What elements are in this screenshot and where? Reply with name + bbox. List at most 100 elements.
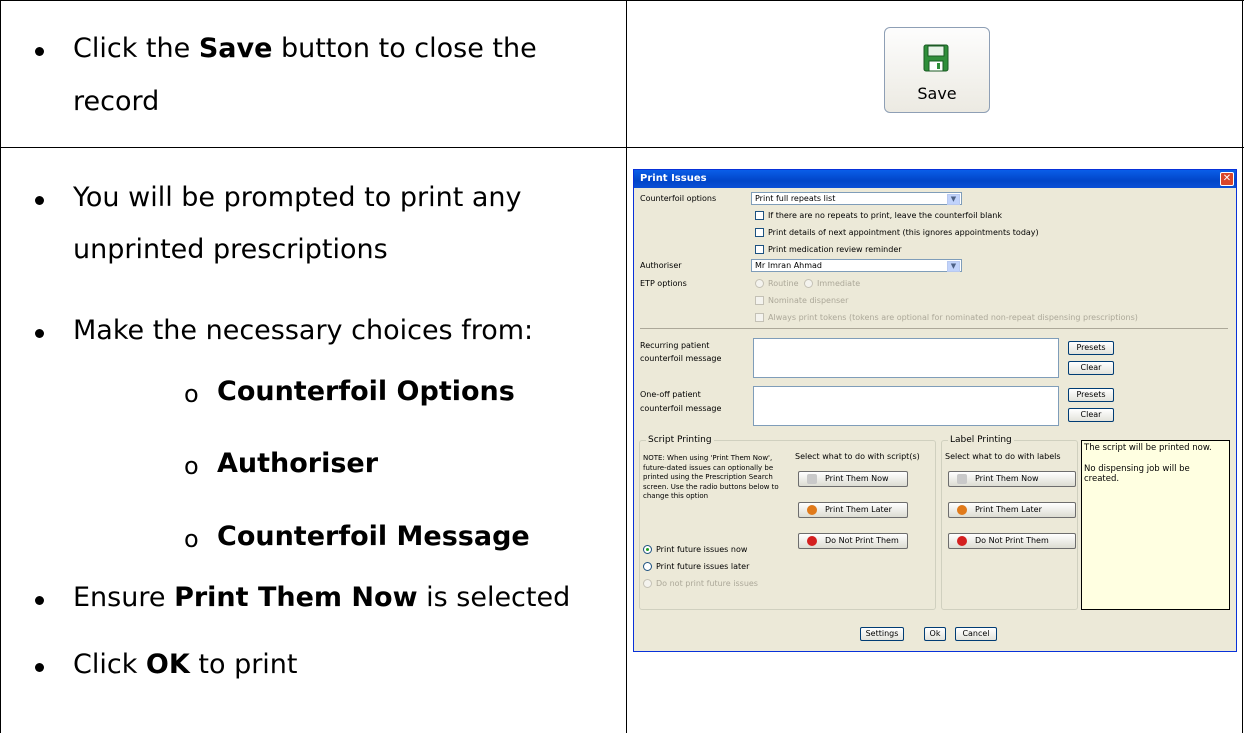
bullet-icon — [35, 329, 44, 338]
select-labels-label: Select what to do with labels — [945, 452, 1061, 461]
dialog-titlebar: Print Issues ✕ — [634, 170, 1236, 188]
recurring-message-textarea[interactable] — [753, 338, 1059, 378]
script-printing-title: Script Printing — [646, 435, 714, 445]
save-button[interactable]: Save — [884, 27, 990, 113]
label-printing-group: Label Printing — [941, 435, 1078, 610]
script-note: NOTE: When using 'Print Them Now', futur… — [643, 454, 779, 501]
sub2-bold: Authoriser — [217, 448, 379, 479]
chevron-down-icon: ▼ — [947, 261, 960, 272]
oneoff-message-label-line2: counterfoil message — [640, 404, 722, 413]
etp-immediate-radio[interactable] — [804, 279, 813, 288]
sub3-bold: Counterfoil Message — [217, 521, 530, 552]
ok-button[interactable]: Ok — [924, 627, 946, 641]
circle-bullet-icon: o — [184, 452, 199, 480]
bullet4-after: to print — [189, 649, 298, 680]
etp-routine-radio[interactable] — [755, 279, 764, 288]
close-icon[interactable]: ✕ — [1220, 172, 1234, 186]
info-line2: No dispensing job will be created. — [1084, 463, 1190, 485]
table-row-divider — [0, 147, 1244, 148]
bullet-icon — [35, 196, 44, 205]
bullet-icon — [35, 663, 44, 672]
select-script-label: Select what to do with script(s) — [795, 452, 920, 461]
red-x-icon — [807, 536, 817, 546]
script-print-later-button[interactable]: Print Them Later — [798, 502, 908, 518]
row1-text-after: button to close the — [272, 33, 537, 64]
leave-blank-label: If there are no repeats to print, leave … — [768, 211, 1002, 220]
do-not-print-future-radio[interactable] — [643, 579, 652, 588]
clock-icon — [957, 505, 967, 515]
bullet4-bold: OK — [145, 649, 190, 680]
always-print-tokens-label: Always print tokens (tokens are optional… — [768, 313, 1138, 322]
script-do-not-print-label: Do Not Print Them — [825, 536, 899, 545]
script-print-later-label: Print Them Later — [825, 505, 892, 514]
nominate-dispenser-checkbox[interactable] — [755, 296, 764, 305]
script-do-not-print-button[interactable]: Do Not Print Them — [798, 533, 908, 549]
label-print-later-button[interactable]: Print Them Later — [948, 502, 1076, 518]
bullet3-bold: Print Them Now — [174, 582, 418, 613]
oneoff-presets-button[interactable]: Presets — [1068, 388, 1114, 402]
script-print-now-label: Print Them Now — [825, 474, 889, 483]
clock-icon — [807, 505, 817, 515]
table-border-right — [1242, 0, 1243, 733]
info-line1: The script will be printed now. — [1084, 443, 1212, 453]
print-issues-dialog: Print Issues ✕ Counterfoil options Print… — [633, 169, 1237, 652]
counterfoil-options-label: Counterfoil options — [640, 194, 717, 203]
row1-text-before: Click the — [73, 33, 199, 64]
floppy-disk-icon — [923, 44, 949, 72]
red-x-icon — [957, 536, 967, 546]
recurring-message-label-line2: counterfoil message — [640, 354, 722, 363]
medication-review-label: Print medication review reminder — [768, 245, 902, 254]
label-do-not-print-button[interactable]: Do Not Print Them — [948, 533, 1076, 549]
oneoff-message-label-line1: One-off patient — [640, 390, 701, 399]
oneoff-clear-button[interactable]: Clear — [1068, 408, 1114, 422]
recurring-clear-button[interactable]: Clear — [1068, 361, 1114, 375]
row2-bullet1-line2: unprinted prescriptions — [73, 234, 388, 265]
printer-icon — [807, 474, 817, 484]
circle-bullet-icon: o — [184, 525, 199, 553]
authoriser-select[interactable]: Mr Imran Ahmad ▼ — [751, 259, 962, 272]
info-panel: The script will be printed now. No dispe… — [1081, 440, 1230, 610]
row1-line2: record — [73, 86, 160, 117]
row2-sub3: Counterfoil Message — [217, 521, 530, 553]
bullet-icon — [35, 596, 44, 605]
oneoff-message-textarea[interactable] — [753, 386, 1059, 426]
always-print-tokens-checkbox[interactable] — [755, 313, 764, 322]
recurring-presets-button[interactable]: Presets — [1068, 341, 1114, 355]
label-print-now-label: Print Them Now — [975, 474, 1039, 483]
cancel-button[interactable]: Cancel — [955, 627, 997, 641]
printer-icon — [957, 474, 967, 484]
counterfoil-options-select[interactable]: Print full repeats list ▼ — [751, 192, 962, 205]
row2-bullet4: Click OK to print — [73, 649, 298, 681]
bullet3-after: is selected — [417, 582, 571, 613]
next-appointment-label: Print details of next appointment (this … — [768, 228, 1039, 237]
etp-immediate-label: Immediate — [817, 279, 861, 288]
print-future-now-radio[interactable] — [643, 545, 652, 554]
label-print-later-label: Print Them Later — [975, 505, 1042, 514]
script-print-now-button[interactable]: Print Them Now — [798, 471, 908, 487]
row2-bullet2: Make the necessary choices from: — [73, 315, 534, 346]
next-appointment-checkbox[interactable] — [755, 228, 764, 237]
row1-line1: Click the Save button to close the — [73, 33, 537, 65]
print-future-later-radio[interactable] — [643, 562, 652, 571]
save-button-label: Save — [917, 84, 957, 103]
row1-bold: Save — [198, 33, 273, 64]
authoriser-label: Authoriser — [640, 261, 682, 270]
recurring-message-label-line1: Recurring patient — [640, 341, 710, 350]
table-border-left — [0, 0, 1, 733]
bullet4-before: Click — [73, 649, 146, 680]
label-do-not-print-label: Do Not Print Them — [975, 536, 1049, 545]
circle-bullet-icon: o — [184, 380, 199, 408]
table-border-top — [0, 0, 1244, 1]
authoriser-value: Mr Imran Ahmad — [755, 261, 823, 270]
medication-review-checkbox[interactable] — [755, 245, 764, 254]
etp-options-label: ETP options — [640, 279, 687, 288]
table-column-divider — [626, 0, 627, 733]
settings-button[interactable]: Settings — [860, 627, 904, 641]
dialog-title: Print Issues — [640, 173, 707, 184]
etp-routine-label: Routine — [768, 279, 799, 288]
row2-sub1: Counterfoil Options — [217, 376, 515, 408]
label-print-now-button[interactable]: Print Them Now — [948, 471, 1076, 487]
bullet3-before: Ensure — [73, 582, 175, 613]
leave-blank-checkbox[interactable] — [755, 211, 764, 220]
do-not-print-future-label: Do not print future issues — [656, 579, 758, 588]
